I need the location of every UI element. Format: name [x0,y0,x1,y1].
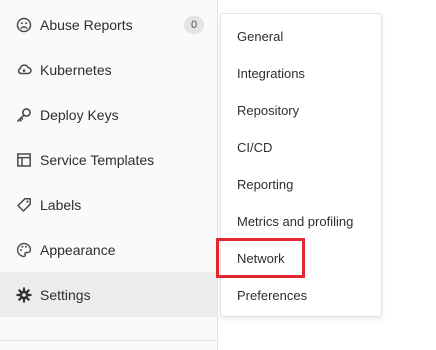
settings-flyout-menu: General Integrations Repository CI/CD Re… [220,13,382,317]
abuse-reports-icon [16,17,32,33]
sidebar-item-label: Labels [40,196,82,213]
sidebar-item-abuse-reports[interactable]: Abuse Reports 0 [0,2,218,47]
flyout-item-ci-cd[interactable]: CI/CD [221,129,381,166]
label-tag-icon [16,197,32,213]
flyout-item-general[interactable]: General [221,18,381,55]
sidebar-item-label: Deploy Keys [40,106,119,123]
sidebar-item-label: Service Templates [40,151,155,168]
sidebar-item-kubernetes[interactable]: Kubernetes [0,47,218,92]
appearance-palette-icon [16,242,32,258]
sidebar-item-appearance[interactable]: Appearance [0,227,218,272]
kubernetes-icon [16,62,32,78]
sidebar-item-label: Abuse Reports [40,16,133,33]
sidebar-item-service-templates[interactable]: Service Templates [0,137,218,182]
sidebar-item-label: Settings [40,286,91,303]
gear-icon [16,286,32,303]
admin-sidebar: Abuse Reports 0 Kubernetes Deploy Keys S… [0,0,218,350]
sidebar-item-settings[interactable]: Settings [0,272,218,317]
sidebar-item-deploy-keys[interactable]: Deploy Keys [0,92,218,137]
flyout-item-network[interactable]: Network [221,240,381,277]
flyout-item-reporting[interactable]: Reporting [221,166,381,203]
admin-area: Abuse Reports 0 Kubernetes Deploy Keys S… [0,0,436,350]
key-icon [16,107,32,123]
flyout-item-preferences[interactable]: Preferences [221,277,381,314]
flyout-item-integrations[interactable]: Integrations [221,55,381,92]
divider [0,340,218,341]
service-templates-icon [16,152,32,168]
sidebar-item-labels[interactable]: Labels [0,182,218,227]
count-badge: 0 [184,15,204,34]
sidebar-item-label: Appearance [40,241,116,258]
flyout-item-metrics-and-profiling[interactable]: Metrics and profiling [221,203,381,240]
sidebar-item-label: Kubernetes [40,61,112,78]
flyout-item-repository[interactable]: Repository [221,92,381,129]
